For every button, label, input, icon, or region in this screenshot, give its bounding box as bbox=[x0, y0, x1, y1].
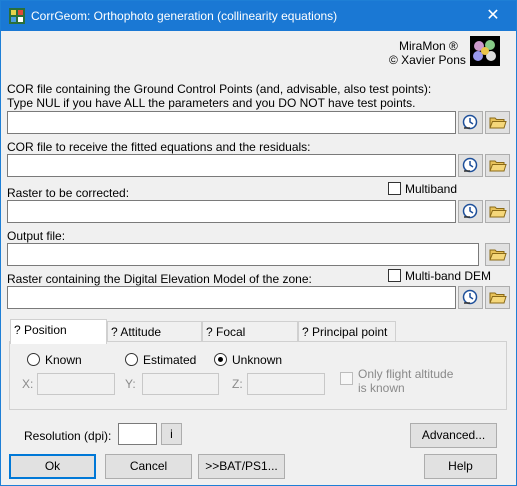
window-title: CorrGeom: Orthophoto generation (colline… bbox=[31, 9, 338, 23]
dem-label: Raster containing the Digital Elevation … bbox=[7, 272, 312, 286]
cancel-button-label: Cancel bbox=[129, 459, 168, 473]
tab-attitude[interactable]: ? Attitude bbox=[107, 321, 202, 343]
resolution-info-button[interactable]: i bbox=[161, 423, 182, 445]
known-radio[interactable] bbox=[27, 353, 40, 366]
tab-focal[interactable]: ? Focal bbox=[202, 321, 298, 343]
ok-button[interactable]: Ok bbox=[9, 454, 96, 479]
close-icon[interactable]: ✕ bbox=[470, 1, 516, 31]
history-icon bbox=[462, 203, 478, 219]
cancel-button[interactable]: Cancel bbox=[105, 454, 192, 479]
z-coordinate-input[interactable] bbox=[247, 373, 325, 395]
folder-icon bbox=[489, 117, 507, 129]
fitted-browse-button[interactable] bbox=[485, 154, 510, 177]
folder-icon bbox=[489, 292, 507, 304]
raster-history-button[interactable] bbox=[458, 200, 483, 223]
flight-altitude-label-line2: is known bbox=[358, 381, 405, 395]
unknown-radio[interactable] bbox=[214, 353, 227, 366]
gcp-file-input[interactable] bbox=[7, 111, 456, 134]
fitted-file-input[interactable] bbox=[7, 154, 456, 177]
bat-ps1-button[interactable]: >>BAT/PS1... bbox=[198, 454, 285, 479]
help-button-label: Help bbox=[448, 459, 473, 473]
unknown-label: Unknown bbox=[232, 353, 283, 367]
history-icon bbox=[462, 157, 478, 173]
gcp-browse-button[interactable] bbox=[485, 111, 510, 134]
z-label: Z: bbox=[232, 377, 243, 391]
output-label: Output file: bbox=[7, 229, 66, 243]
raster-file-input[interactable] bbox=[7, 200, 456, 223]
x-coordinate-input[interactable] bbox=[37, 373, 115, 395]
brand-author: © Xavier Pons bbox=[389, 53, 466, 67]
tab-attitude-label: ? Attitude bbox=[111, 325, 162, 339]
help-button[interactable]: Help bbox=[424, 454, 497, 479]
flight-altitude-label-line1: Only flight altitude bbox=[358, 367, 454, 381]
dem-file-input[interactable] bbox=[7, 286, 456, 309]
resolution-input[interactable] bbox=[118, 423, 157, 445]
multiband-dem-checkbox[interactable] bbox=[388, 269, 401, 282]
advanced-button-label: Advanced... bbox=[421, 428, 486, 442]
title-bar[interactable]: CorrGeom: Orthophoto generation (colline… bbox=[1, 1, 516, 31]
history-icon bbox=[462, 114, 478, 130]
brand-name: MiraMon ® bbox=[399, 39, 458, 53]
raster-browse-button[interactable] bbox=[485, 200, 510, 223]
gcp-label-line2: Type NUL if you have ALL the parameters … bbox=[7, 96, 416, 110]
folder-icon bbox=[489, 160, 507, 172]
folder-icon bbox=[489, 249, 507, 261]
folder-icon bbox=[489, 206, 507, 218]
multiband-dem-label: Multi-band DEM bbox=[405, 269, 492, 283]
multiband-checkbox[interactable] bbox=[388, 182, 401, 195]
tab-focal-label: ? Focal bbox=[206, 325, 246, 339]
y-coordinate-input[interactable] bbox=[142, 373, 219, 395]
known-label: Known bbox=[45, 353, 82, 367]
tab-principal-point-label: ? Principal point bbox=[302, 325, 388, 339]
radio-selected-dot bbox=[218, 357, 223, 362]
tab-principal-point[interactable]: ? Principal point bbox=[298, 321, 396, 343]
multiband-label: Multiband bbox=[405, 182, 458, 196]
gcp-label-line1: COR file containing the Ground Control P… bbox=[7, 82, 432, 96]
app-icon bbox=[9, 8, 25, 24]
output-browse-button[interactable] bbox=[485, 243, 510, 266]
fitted-history-button[interactable] bbox=[458, 154, 483, 177]
advanced-button[interactable]: Advanced... bbox=[410, 423, 497, 448]
tab-position[interactable]: ? Position bbox=[10, 319, 107, 344]
estimated-radio[interactable] bbox=[125, 353, 138, 366]
flight-altitude-checkbox[interactable] bbox=[340, 372, 353, 385]
ok-button-label: Ok bbox=[44, 459, 61, 473]
dialog-window: CorrGeom: Orthophoto generation (colline… bbox=[0, 0, 517, 486]
info-icon: i bbox=[170, 427, 173, 441]
dem-history-button[interactable] bbox=[458, 286, 483, 309]
gcp-history-button[interactable] bbox=[458, 111, 483, 134]
fitted-label: COR file to receive the fitted equations… bbox=[7, 140, 311, 154]
x-label: X: bbox=[22, 377, 34, 391]
miramon-logo-icon bbox=[470, 36, 500, 66]
dem-browse-button[interactable] bbox=[485, 286, 510, 309]
output-file-input[interactable] bbox=[7, 243, 479, 266]
history-icon bbox=[462, 289, 478, 305]
raster-label: Raster to be corrected: bbox=[7, 186, 130, 200]
resolution-label: Resolution (dpi): bbox=[24, 429, 112, 443]
y-label: Y: bbox=[125, 377, 136, 391]
bat-ps1-button-label: >>BAT/PS1... bbox=[205, 459, 278, 473]
estimated-label: Estimated bbox=[143, 353, 197, 367]
tab-position-label: ? Position bbox=[14, 323, 67, 337]
